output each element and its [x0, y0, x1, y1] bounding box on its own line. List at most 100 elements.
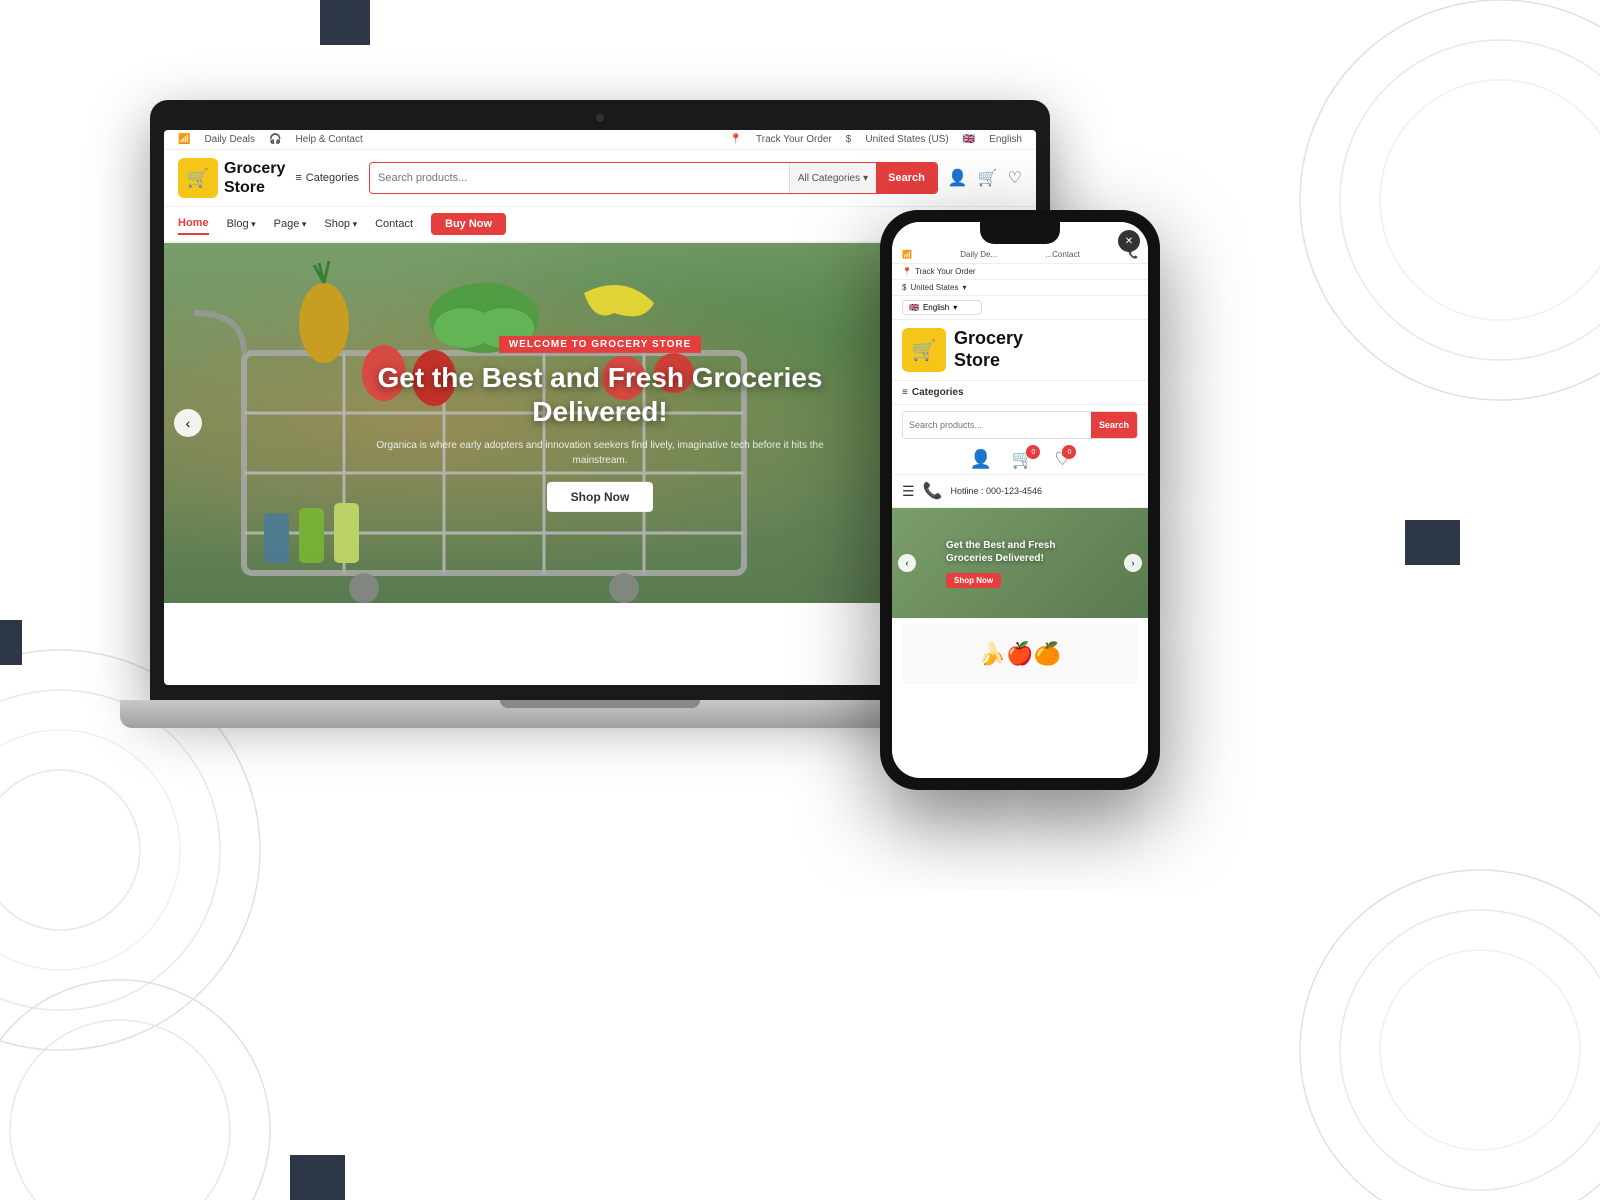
- close-icon: ✕: [1125, 236, 1133, 247]
- laptop-camera: [596, 114, 604, 122]
- lang-chevron-icon: ▾: [953, 303, 957, 312]
- phone-phone-icon: 📞: [923, 481, 943, 501]
- topbar-track-order[interactable]: Track Your Order: [756, 134, 832, 145]
- decorative-square-4: [290, 1155, 345, 1200]
- cart-emoji-icon: 🛒: [187, 168, 209, 189]
- search-cat-label: All Categories: [798, 173, 860, 184]
- laptop-hinge: [500, 700, 700, 708]
- track-order-label: Track Your Order: [915, 267, 976, 276]
- laptop-shop-now-button[interactable]: Shop Now: [547, 482, 654, 512]
- phone-hero-next-arrow[interactable]: ›: [1124, 554, 1142, 572]
- phone-hamburger-icon[interactable]: ☰: [902, 483, 915, 500]
- phone-logo-icon: 🛒: [902, 328, 946, 372]
- phone-logo-grocery: Grocery: [954, 328, 1023, 348]
- laptop-logo[interactable]: 🛒 Grocery Store: [178, 158, 285, 198]
- phone-wishlist-icon[interactable]: ♡ 0: [1054, 449, 1070, 470]
- hero-prev-arrow[interactable]: ‹: [174, 409, 202, 437]
- phone-topbar-daily-deals: Daily De...: [960, 250, 997, 259]
- nav-page[interactable]: Page: [274, 214, 307, 234]
- phone-lang-select[interactable]: 🇬🇧 English ▾: [902, 300, 982, 315]
- nav-shop[interactable]: Shop: [324, 214, 357, 234]
- phone-logo-area[interactable]: 🛒 Grocery Store: [892, 320, 1148, 381]
- decorative-square-2: [0, 620, 22, 665]
- categories-label: Categories: [306, 172, 359, 184]
- nav-contact[interactable]: Contact: [375, 214, 413, 234]
- phone-track-order[interactable]: 📍 Track Your Order: [892, 264, 1148, 280]
- phone-screen: ✕ 📶 Daily De... ...Contact 📞 📍 Track You…: [892, 222, 1148, 778]
- laptop-header: 🛒 Grocery Store ≡ Categories All Categor…: [164, 150, 1036, 207]
- phone-country-row[interactable]: $ United States ▾: [892, 280, 1148, 296]
- phone-hotline-text: Hotline : 000-123-4546: [950, 486, 1042, 496]
- phone-categories[interactable]: ≡ Categories: [892, 381, 1148, 405]
- phone-icons-row: 👤 🛒 0 ♡ 0: [892, 445, 1148, 475]
- topbar-wifi-icon: 📶: [178, 134, 190, 145]
- phone-topbar-wifi-icon: 📶: [902, 250, 912, 259]
- nav-home[interactable]: Home: [178, 213, 209, 235]
- hero-title: Get the Best and Fresh Groceries Deliver…: [350, 361, 850, 428]
- phone-hero-prev-arrow[interactable]: ‹: [898, 554, 916, 572]
- phone-cart-icon[interactable]: 🛒 0: [1012, 449, 1034, 470]
- phone-categories-label: Categories: [912, 387, 964, 398]
- topbar-flag-icon: 🇬🇧: [963, 134, 975, 145]
- decorative-square-1: [320, 0, 370, 45]
- phone-user-icon[interactable]: 👤: [970, 449, 992, 470]
- logo-name-line2: Store: [224, 178, 285, 197]
- laptop-buy-now-button[interactable]: Buy Now: [431, 213, 506, 235]
- laptop-header-icons: 👤 🛒 ♡: [948, 168, 1022, 188]
- phone-menu-icon: ≡: [902, 387, 908, 398]
- logo-name-line1: Grocery: [224, 159, 285, 178]
- phone-close-button[interactable]: ✕: [1118, 230, 1140, 252]
- decorative-square-3: [1405, 520, 1460, 565]
- topbar-daily-deals[interactable]: Daily Deals: [204, 134, 255, 145]
- topbar-help-contact[interactable]: Help & Contact: [295, 134, 362, 145]
- phone-search-bar: Search: [902, 411, 1138, 439]
- phone-fruit-category[interactable]: 🍌🍎🍊: [902, 624, 1138, 684]
- chevron-country-icon: ▾: [962, 283, 966, 292]
- phone-logo-store: Store: [954, 350, 1023, 372]
- laptop-search-bar: All Categories ▾ Search: [369, 162, 938, 194]
- phone-wishlist-badge: 0: [1062, 445, 1076, 459]
- phone-topbar-help: ...Contact: [1045, 250, 1079, 259]
- phone-logo-store-text: Store: [954, 350, 1000, 370]
- laptop-search-category[interactable]: All Categories ▾: [789, 163, 876, 193]
- topbar-pin-icon: 📍: [730, 134, 742, 145]
- laptop-search-button[interactable]: Search: [876, 163, 937, 193]
- phone-hero: ‹ Get the Best and Fresh Groceries Deliv…: [892, 508, 1148, 618]
- phone-cart-badge: 0: [1026, 445, 1040, 459]
- pin-icon: 📍: [902, 267, 912, 276]
- topbar-country[interactable]: United States (US): [865, 134, 948, 145]
- phone-device: ✕ 📶 Daily De... ...Contact 📞 📍 Track You…: [880, 210, 1160, 790]
- phone-body: ✕ 📶 Daily De... ...Contact 📞 📍 Track You…: [880, 210, 1160, 790]
- fruit-emoji-icon: 🍌🍎🍊: [979, 641, 1061, 667]
- laptop-logo-text: Grocery Store: [224, 159, 285, 197]
- phone-lang-row: 🇬🇧 English ▾: [892, 296, 1148, 320]
- phone-hotline-row: ☰ 📞 Hotline : 000-123-4546: [892, 475, 1148, 508]
- wishlist-icon[interactable]: ♡: [1008, 168, 1022, 188]
- laptop-search-input[interactable]: [370, 163, 789, 193]
- chevron-down-icon: ▾: [863, 173, 868, 184]
- dollar-icon: $: [902, 283, 906, 292]
- hero-tag: WELCOME TO GROCERY STORE: [499, 336, 702, 353]
- phone-logo-text: Grocery Store: [954, 328, 1023, 371]
- nav-blog[interactable]: Blog: [227, 214, 256, 234]
- menu-icon: ≡: [295, 172, 301, 184]
- phone-hero-title: Get the Best and Fresh Groceries Deliver…: [946, 539, 1094, 565]
- phone-country: United States: [910, 283, 958, 292]
- hero-subtitle: Organica is where early adopters and inn…: [350, 438, 850, 468]
- topbar-dollar-icon: $: [846, 134, 852, 145]
- cart-icon[interactable]: 🛒: [978, 168, 998, 188]
- flag-icon: 🇬🇧: [909, 303, 919, 312]
- phone-lang-label: English: [923, 303, 949, 312]
- phone-shop-now-button[interactable]: Shop Now: [946, 573, 1001, 588]
- phone-search-input[interactable]: [903, 412, 1091, 438]
- phone-hero-content: Get the Best and Fresh Groceries Deliver…: [916, 531, 1124, 596]
- laptop-topbar: 📶 Daily Deals 🎧 Help & Contact 📍 Track Y…: [164, 130, 1036, 150]
- laptop-logo-icon: 🛒: [178, 158, 218, 198]
- user-icon[interactable]: 👤: [948, 168, 968, 188]
- phone-search-button[interactable]: Search: [1091, 412, 1137, 438]
- phone-logo-name: Grocery: [954, 328, 1023, 350]
- phone-cart-emoji-icon: 🛒: [912, 338, 937, 363]
- laptop-categories-button[interactable]: ≡ Categories: [295, 172, 359, 184]
- topbar-headphone-icon: 🎧: [269, 134, 281, 145]
- topbar-lang[interactable]: English: [989, 134, 1022, 145]
